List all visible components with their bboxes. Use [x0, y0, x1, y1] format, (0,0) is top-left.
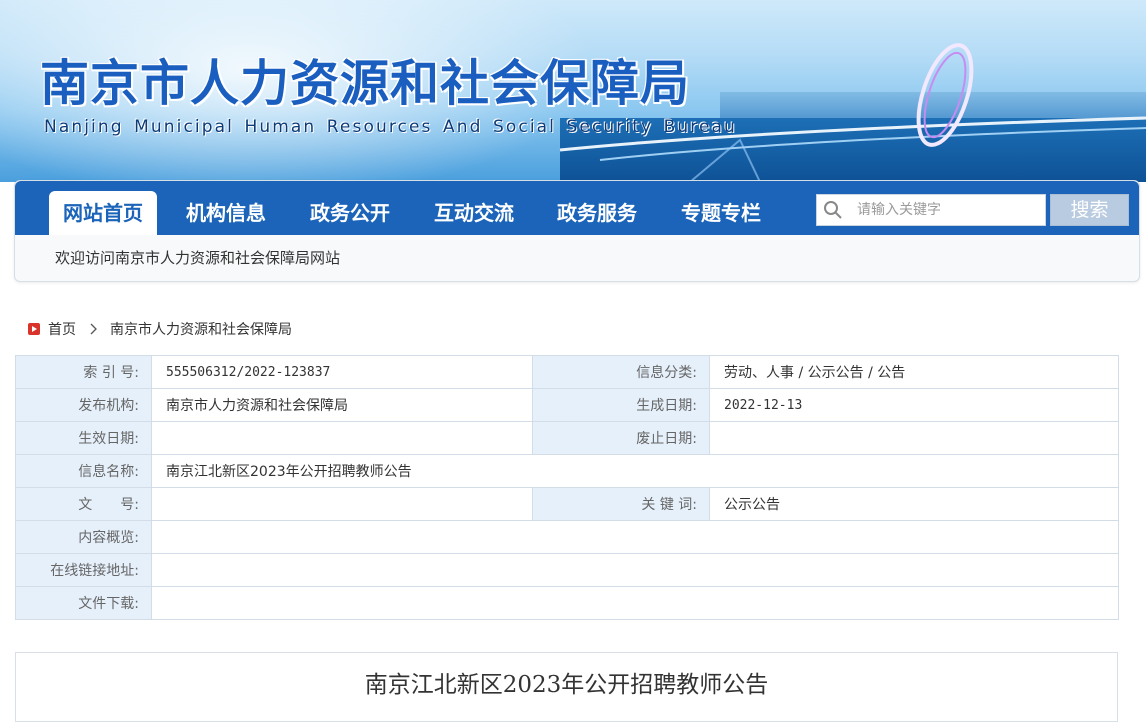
category-label: 信息分类: — [532, 355, 710, 389]
abolish-date-value — [709, 421, 1119, 455]
site-subtitle: Nanjing Municipal Human Resources And So… — [44, 117, 737, 137]
nav-item-organization[interactable]: 机构信息 — [172, 191, 280, 235]
effective-date-label: 生效日期: — [15, 421, 152, 455]
document-number-label: 文 号: — [15, 487, 152, 521]
search-icon — [824, 201, 842, 219]
keywords-label: 关 键 词: — [532, 487, 710, 521]
nav-item-topics[interactable]: 专题专栏 — [667, 191, 775, 235]
summary-label: 内容概览: — [15, 520, 152, 554]
info-name-value: 南京江北新区2023年公开招聘教师公告 — [151, 454, 1119, 488]
nav-item-home[interactable]: 网站首页 — [49, 191, 157, 235]
created-date-label: 生成日期: — [532, 388, 710, 422]
file-download-value — [151, 586, 1119, 620]
index-number-value: 555506312/2022-123837 — [151, 355, 533, 389]
nav-item-government-affairs[interactable]: 政务公开 — [296, 191, 404, 235]
article-panel: 南京江北新区2023年公开招聘教师公告 — [15, 652, 1118, 722]
online-link-label: 在线链接地址: — [15, 553, 152, 587]
created-date-value: 2022-12-13 — [709, 388, 1119, 422]
keywords-value: 公示公告 — [709, 487, 1119, 521]
header-banner: 南京市人力资源和社会保障局 Nanjing Municipal Human Re… — [0, 0, 1146, 182]
effective-date-value — [151, 421, 533, 455]
site-title: 南京市人力资源和社会保障局 — [40, 54, 691, 112]
online-link-value — [151, 553, 1119, 587]
chevron-right-icon — [90, 323, 97, 335]
table-row: 在线链接地址: — [15, 553, 1119, 587]
article-title: 南京江北新区2023年公开招聘教师公告 — [364, 672, 769, 698]
nav-item-services[interactable]: 政务服务 — [543, 191, 651, 235]
breadcrumb-home-link[interactable]: 首页 — [48, 319, 76, 339]
document-info-table: 索 引 号: 555506312/2022-123837 信息分类: 劳动、人事… — [15, 355, 1119, 620]
info-name-label: 信息名称: — [15, 454, 152, 488]
publisher-label: 发布机构: — [15, 388, 152, 422]
main-nav: 网站首页 机构信息 政务公开 互动交流 政务服务 专题专栏 搜索 — [15, 181, 1139, 235]
nav-item-interaction[interactable]: 互动交流 — [420, 191, 528, 235]
file-download-label: 文件下载: — [15, 586, 152, 620]
table-row: 生效日期: 废止日期: — [15, 421, 1119, 455]
search-input[interactable] — [857, 195, 1042, 225]
table-row: 文 号: 关 键 词: 公示公告 — [15, 487, 1119, 521]
navigation-panel: 网站首页 机构信息 政务公开 互动交流 政务服务 专题专栏 搜索 欢迎访问南京市… — [14, 180, 1140, 282]
publisher-value: 南京市人力资源和社会保障局 — [151, 388, 533, 422]
search-box — [816, 194, 1046, 226]
home-icon — [28, 323, 40, 335]
breadcrumb-current[interactable]: 南京市人力资源和社会保障局 — [110, 319, 292, 339]
table-row: 信息名称: 南京江北新区2023年公开招聘教师公告 — [15, 454, 1119, 488]
table-row: 文件下载: — [15, 586, 1119, 620]
table-row: 内容概览: — [15, 520, 1119, 554]
abolish-date-label: 废止日期: — [532, 421, 710, 455]
breadcrumb: 首页 南京市人力资源和社会保障局 — [28, 319, 292, 339]
summary-value — [151, 520, 1119, 554]
search-button[interactable]: 搜索 — [1050, 194, 1129, 226]
table-row: 发布机构: 南京市人力资源和社会保障局 生成日期: 2022-12-13 — [15, 388, 1119, 422]
index-number-label: 索 引 号: — [15, 355, 152, 389]
table-row: 索 引 号: 555506312/2022-123837 信息分类: 劳动、人事… — [15, 355, 1119, 389]
category-value: 劳动、人事 / 公示公告 / 公告 — [709, 355, 1119, 389]
welcome-message: 欢迎访问南京市人力资源和社会保障局网站 — [55, 249, 341, 267]
document-number-value — [151, 487, 533, 521]
